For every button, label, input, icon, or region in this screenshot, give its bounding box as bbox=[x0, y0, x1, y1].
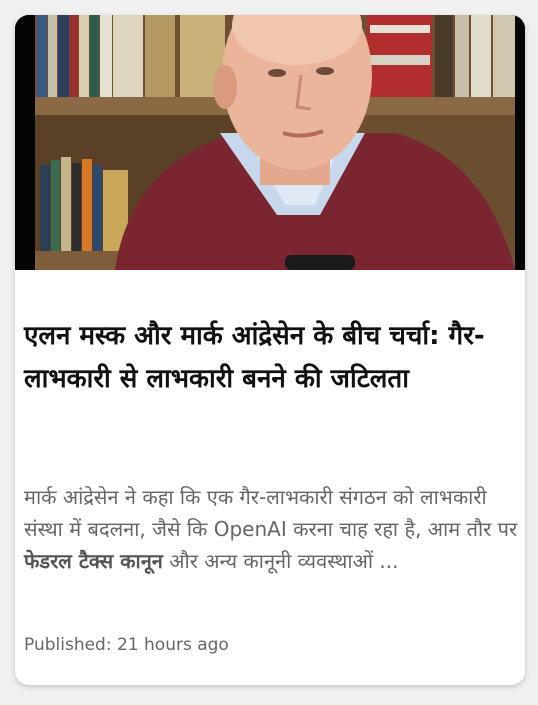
thumbnail-image bbox=[15, 15, 525, 270]
summary-text-end: और अन्य कानूनी व्यवस्थाओं ... bbox=[162, 549, 399, 573]
article-summary: मार्क आंद्रेसेन ने कहा कि एक गैर-लाभकारी… bbox=[24, 481, 520, 577]
published-timestamp: Published: 21 hours ago bbox=[24, 635, 229, 655]
summary-highlight: फेडरल टैक्स कानून bbox=[24, 549, 163, 573]
summary-text-start: मार्क आंद्रेसेन ने कहा कि एक गैर-लाभकारी… bbox=[24, 485, 518, 541]
article-title[interactable]: एलन मस्क और मार्क आंद्रेसेन के बीच चर्चा… bbox=[24, 315, 516, 401]
news-card[interactable]: एलन मस्क और मार्क आंद्रेसेन के बीच चर्चा… bbox=[15, 15, 525, 685]
article-thumbnail[interactable] bbox=[15, 15, 525, 270]
